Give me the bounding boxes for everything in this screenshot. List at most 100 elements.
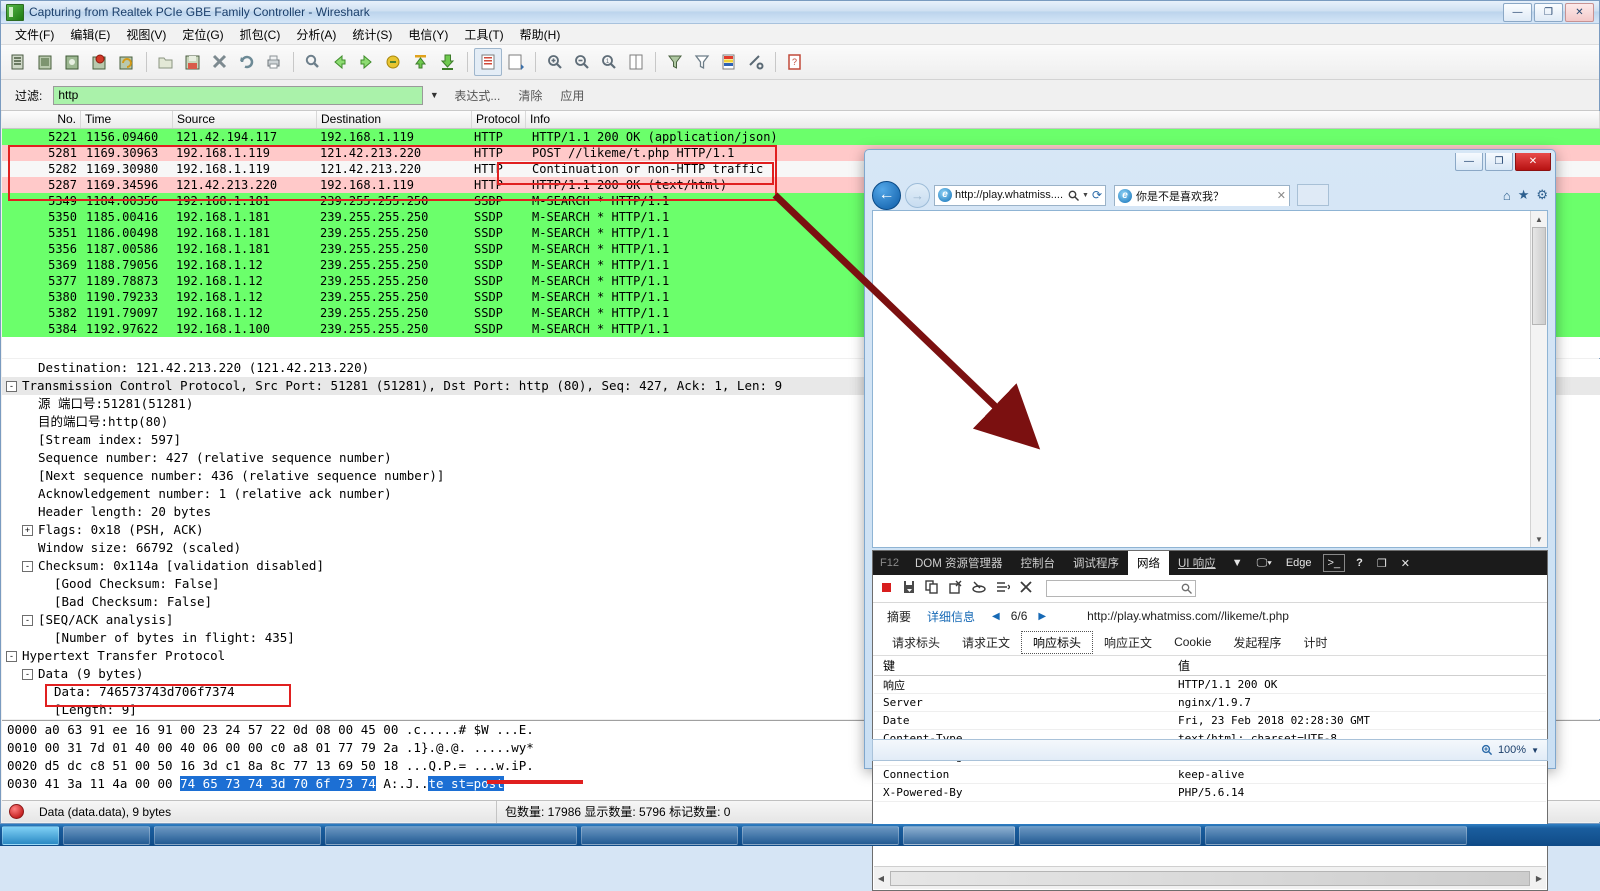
collapse-icon[interactable]: -: [6, 651, 17, 662]
column-header-no[interactable]: No.: [2, 111, 81, 128]
column-header-source[interactable]: Source: [173, 111, 317, 128]
devtools-scroll-right[interactable]: ▶: [1532, 868, 1546, 888]
refresh-icon[interactable]: ⟳: [1092, 188, 1102, 202]
taskbar-item[interactable]: [1019, 825, 1201, 845]
view-tab-details[interactable]: 详细信息: [917, 608, 985, 625]
menu-edit[interactable]: 编辑(E): [62, 24, 118, 45]
menu-tools[interactable]: 工具(T): [456, 24, 511, 45]
subtab-timing[interactable]: 计时: [1292, 632, 1338, 653]
go-back-icon[interactable]: [327, 49, 353, 75]
collapse-icon[interactable]: -: [22, 669, 33, 680]
collapse-icon[interactable]: -: [6, 381, 17, 392]
expand-icon[interactable]: +: [22, 525, 33, 536]
zoom-level[interactable]: 100%: [1498, 744, 1526, 756]
console-icon[interactable]: >_: [1322, 554, 1346, 572]
zoom-dropdown-icon[interactable]: ▼: [1531, 746, 1539, 755]
open-file-icon[interactable]: [153, 49, 179, 75]
menu-capture[interactable]: 抓包(C): [232, 24, 289, 45]
clear-icon[interactable]: [1019, 580, 1033, 597]
start-capture-icon[interactable]: [60, 49, 86, 75]
clear-session-icon[interactable]: [948, 580, 962, 597]
table-row[interactable]: 5221 1156.09460 121.42.194.117 192.168.1.11…: [2, 129, 1600, 145]
taskbar-item[interactable]: [1205, 825, 1467, 845]
subtab-initiator[interactable]: 发起程序: [1222, 632, 1292, 653]
view-tab-summary[interactable]: 摘要: [881, 608, 917, 625]
coloring-rules-icon[interactable]: [716, 49, 742, 75]
go-to-packet-icon[interactable]: [381, 49, 407, 75]
taskbar-item[interactable]: [2, 825, 59, 845]
address-bar[interactable]: e http://play.whatmiss.... ▼ ⟳: [934, 184, 1106, 206]
subtab-request-body[interactable]: 请求正文: [951, 632, 1021, 653]
taskbar-item[interactable]: [325, 825, 577, 845]
browser-tab[interactable]: e 你是不是喜欢我？ ✕: [1114, 184, 1290, 206]
table-row[interactable]: Connection keep-alive: [874, 766, 1546, 784]
subtab-response-headers[interactable]: 响应标头: [1021, 630, 1094, 654]
taskbar-item[interactable]: [154, 825, 321, 845]
save-file-icon[interactable]: [180, 49, 206, 75]
forward-icon[interactable]: →: [905, 182, 930, 208]
subtab-response-body[interactable]: 响应正文: [1093, 632, 1163, 653]
clear-cache-icon[interactable]: [971, 580, 987, 597]
collapse-icon[interactable]: -: [22, 615, 33, 626]
favorites-icon[interactable]: ★: [1518, 187, 1530, 203]
preferences-icon[interactable]: [743, 49, 769, 75]
colorize-icon[interactable]: [474, 48, 502, 76]
back-icon[interactable]: ←: [872, 180, 901, 210]
tools-icon[interactable]: ⚙: [1536, 187, 1548, 203]
search-icon[interactable]: [1068, 190, 1079, 201]
menu-go[interactable]: 定位(G): [174, 24, 231, 45]
menu-view[interactable]: 视图(V): [118, 24, 174, 45]
column-header-time[interactable]: Time: [81, 111, 173, 128]
table-row[interactable]: Server nginx/1.9.7: [874, 694, 1546, 712]
capture-filters-icon[interactable]: [662, 49, 688, 75]
taskbar-item[interactable]: [742, 825, 899, 845]
next-request-button[interactable]: ▶: [1031, 611, 1053, 622]
menu-analyze[interactable]: 分析(A): [288, 24, 344, 45]
ie-maximize-button[interactable]: ❐: [1485, 153, 1513, 171]
stop-record-icon[interactable]: [880, 581, 893, 597]
taskbar-item[interactable]: [63, 825, 150, 845]
new-tab-button[interactable]: [1297, 184, 1329, 206]
tab-debugger[interactable]: 调试程序: [1064, 551, 1128, 575]
column-header-info[interactable]: Info: [526, 111, 1600, 128]
filter-expression-button[interactable]: 表达式...: [445, 87, 509, 104]
emulation-mode-label[interactable]: Edge: [1279, 551, 1319, 575]
go-first-packet-icon[interactable]: [408, 49, 434, 75]
close-file-icon[interactable]: [207, 49, 233, 75]
capture-options-icon[interactable]: [33, 49, 59, 75]
menu-telephony[interactable]: 电信(Y): [400, 24, 456, 45]
go-forward-icon[interactable]: [354, 49, 380, 75]
devtools-scroll-left[interactable]: ◀: [874, 868, 888, 888]
tab-dom-explorer[interactable]: DOM 资源管理器: [906, 551, 1012, 575]
close-icon[interactable]: ✕: [1394, 551, 1417, 575]
filter-input[interactable]: http: [53, 85, 424, 105]
table-row[interactable]: Date Fri, 23 Feb 2018 02:28:30 GMT: [874, 712, 1546, 730]
maximize-button[interactable]: ❐: [1534, 2, 1563, 22]
filter-history-dropdown-icon[interactable]: ▼: [423, 86, 445, 105]
devtools-horizontal-scroll-thumb[interactable]: [890, 870, 1530, 886]
zoom-in-icon[interactable]: [542, 49, 568, 75]
copy-icon[interactable]: [925, 580, 939, 597]
save-icon[interactable]: [902, 580, 916, 597]
find-packet-icon[interactable]: [300, 49, 326, 75]
page-vertical-scrollbar[interactable]: ▲ ▼: [1530, 211, 1547, 547]
ie-minimize-button[interactable]: —: [1455, 153, 1483, 171]
filter-clear-button[interactable]: 清除: [509, 87, 551, 104]
restart-capture-icon[interactable]: [114, 49, 140, 75]
prev-request-button[interactable]: ◀: [985, 611, 1007, 622]
table-row[interactable]: 响应 HTTP/1.1 200 OK: [874, 676, 1546, 694]
go-last-packet-icon[interactable]: [435, 49, 461, 75]
network-search-input[interactable]: [1046, 580, 1196, 597]
taskbar-item[interactable]: [903, 825, 1015, 845]
collapse-icon[interactable]: -: [22, 561, 33, 572]
subtab-cookie[interactable]: Cookie: [1163, 633, 1222, 651]
tab-network[interactable]: 网络: [1128, 551, 1169, 575]
device-icon[interactable]: 🖵▾: [1250, 551, 1279, 575]
minimize-button[interactable]: —: [1503, 2, 1532, 22]
taskbar-item[interactable]: [581, 825, 738, 845]
help-icon[interactable]: ?: [1349, 551, 1370, 575]
tab-console[interactable]: 控制台: [1012, 551, 1065, 575]
tab-ui-responsiveness[interactable]: UI 响应: [1169, 551, 1225, 575]
reload-file-icon[interactable]: [234, 49, 260, 75]
group-icon[interactable]: [996, 580, 1011, 597]
